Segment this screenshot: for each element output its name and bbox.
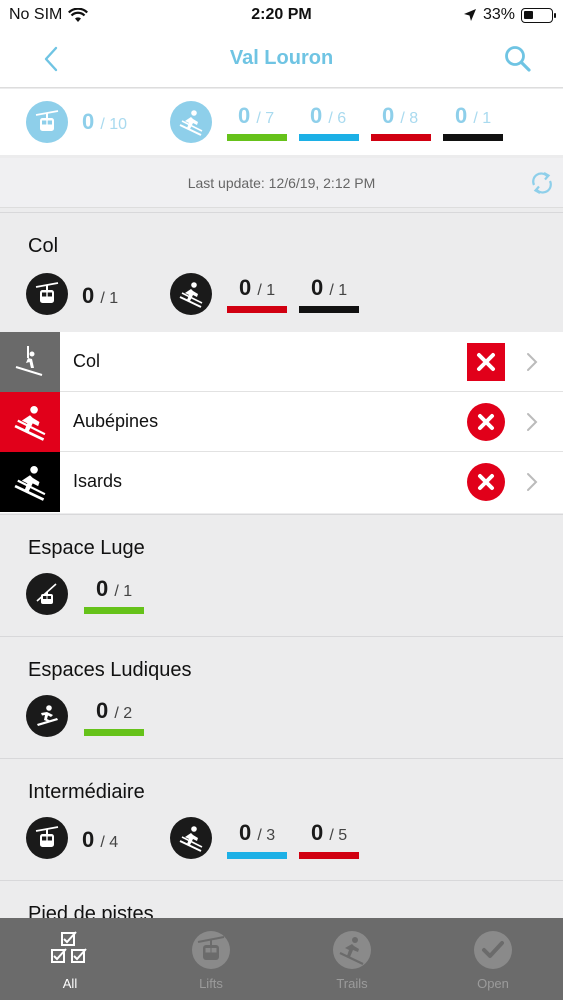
intermediaire-trails-blue: 0 / 3 xyxy=(239,820,276,845)
tab-label: Lifts xyxy=(199,976,223,991)
search-button[interactable] xyxy=(501,42,535,76)
ski-lift-icon xyxy=(0,332,60,392)
skier-icon xyxy=(333,931,371,969)
list-item-label: Isards xyxy=(73,471,123,491)
section-intermediaire[interactable]: Intermédiaire 0 / 4 0 / 3 0 / 5 xyxy=(0,758,563,878)
park-count: 0 / 2 xyxy=(96,698,133,723)
section-col[interactable]: Col 0 / 1 0 / 1 0 / 1 xyxy=(0,212,563,332)
col-lifts-count: 0 / 1 xyxy=(82,283,119,308)
gondola-icon xyxy=(26,573,68,615)
skier-icon xyxy=(170,273,212,315)
section-title: Intermédiaire xyxy=(28,781,145,803)
section-title: Col xyxy=(28,235,59,257)
page-title: Val Louron xyxy=(229,47,334,69)
tab-all[interactable]: All xyxy=(0,918,140,1000)
checklist-icon xyxy=(51,931,87,963)
skier-icon xyxy=(0,452,60,512)
closed-status-icon xyxy=(467,463,505,501)
blue-trail-bar xyxy=(227,852,287,859)
checkmark-icon xyxy=(474,931,512,969)
list-item[interactable]: Col xyxy=(0,332,563,392)
skier-icon xyxy=(0,392,60,452)
tab-label: Trails xyxy=(336,976,368,991)
snowboarder-icon xyxy=(26,695,68,737)
last-update-text: Last update: 12/6/19, 2:12 PM xyxy=(187,175,376,191)
section-title: Espaces Ludiques xyxy=(28,659,192,681)
resort-summary: 0 / 10 0 / 7 0 / 6 0 / 8 0 / 1 xyxy=(0,89,563,155)
chevron-right-icon xyxy=(527,353,538,371)
battery-percent: 33% xyxy=(482,6,515,23)
gondola-icon xyxy=(26,273,68,315)
intermediaire-trails-red: 0 / 5 xyxy=(311,820,348,845)
summary-trails-green: 0 / 7 xyxy=(238,103,275,128)
chevron-right-icon xyxy=(527,473,538,491)
tab-trails[interactable]: Trails xyxy=(282,918,422,1000)
section-pied-de-pistes[interactable]: Pied de pistes xyxy=(0,880,563,925)
black-trail-bar xyxy=(443,134,503,141)
red-trail-bar xyxy=(299,852,359,859)
closed-status-icon xyxy=(467,343,505,381)
list-item-label: Col xyxy=(73,351,101,371)
skier-icon xyxy=(170,101,212,143)
gondola-icon xyxy=(26,101,68,143)
summary-trails-red: 0 / 8 xyxy=(382,103,419,128)
tab-lifts[interactable]: Lifts xyxy=(141,918,281,1000)
status-bar: No SIM 2:20 PM 33% xyxy=(0,0,563,30)
black-trail-bar xyxy=(299,306,359,313)
skier-icon xyxy=(170,817,212,859)
luge-lifts-count: 0 / 1 xyxy=(96,576,133,601)
tab-label: All xyxy=(62,976,78,991)
col-trails-red: 0 / 1 xyxy=(239,275,276,300)
col-items-list: Col Aubépines Isards xyxy=(0,332,563,513)
section-espaces-ludiques[interactable]: Espaces Ludiques 0 / 2 xyxy=(0,636,563,756)
list-item[interactable]: Aubépines xyxy=(0,392,563,452)
chevron-right-icon xyxy=(527,413,538,431)
green-trail-bar xyxy=(227,134,287,141)
last-update-bar: Last update: 12/6/19, 2:12 PM xyxy=(0,158,563,208)
battery-icon xyxy=(521,7,556,23)
list-item[interactable]: Isards xyxy=(0,452,563,512)
intermediaire-lifts-count: 0 / 4 xyxy=(82,827,119,852)
location-arrow-icon xyxy=(463,9,476,21)
summary-lifts-count: 0 / 10 xyxy=(82,109,128,134)
tab-bar: All Lifts Trails Open xyxy=(0,918,563,1000)
gondola-icon xyxy=(26,817,68,859)
tab-label: Open xyxy=(477,976,509,991)
navigation-bar: Val Louron xyxy=(0,30,563,88)
green-trail-bar xyxy=(84,729,144,736)
tab-open[interactable]: Open xyxy=(423,918,563,1000)
refresh-icon[interactable] xyxy=(529,170,555,196)
list-item-label: Aubépines xyxy=(73,411,159,431)
green-trail-bar xyxy=(84,607,144,614)
blue-trail-bar xyxy=(299,134,359,141)
status-right: 33% xyxy=(463,6,556,24)
red-trail-bar xyxy=(371,134,431,141)
section-title: Espace Luge xyxy=(28,537,145,559)
red-trail-bar xyxy=(227,306,287,313)
section-espace-luge[interactable]: Espace Luge 0 / 1 xyxy=(0,514,563,634)
summary-trails-blue: 0 / 6 xyxy=(310,103,347,128)
closed-status-icon xyxy=(467,403,505,441)
gondola-icon xyxy=(192,931,230,969)
summary-trails-black: 0 / 1 xyxy=(455,103,492,128)
col-trails-black: 0 / 1 xyxy=(311,275,348,300)
